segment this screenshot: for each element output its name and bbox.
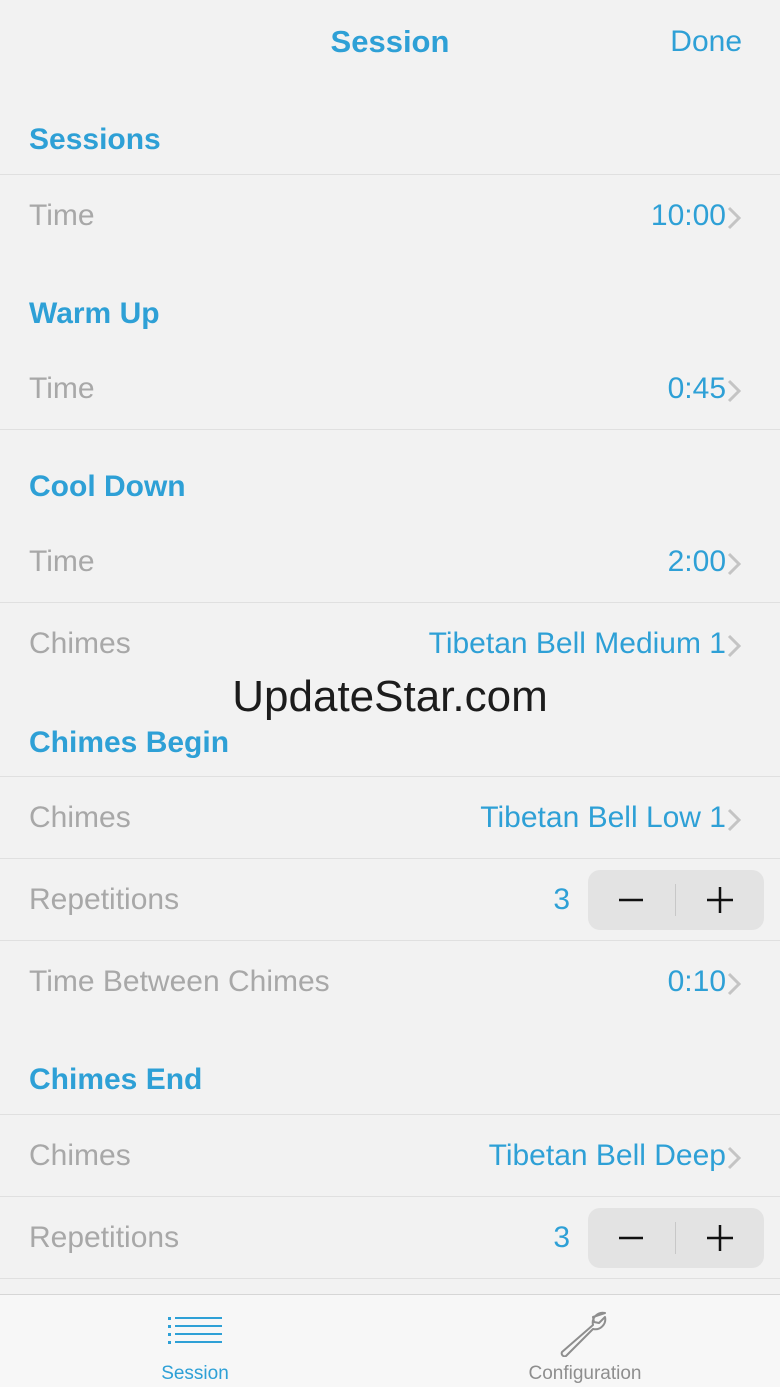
repetitions-value: 3 <box>553 1221 570 1254</box>
chevron-right-icon <box>727 1146 742 1170</box>
row-value: 0:45 <box>667 372 726 405</box>
watermark: UpdateStar.com <box>232 672 548 721</box>
tab-configuration[interactable]: Configuration <box>390 1295 780 1387</box>
increment-button[interactable] <box>676 1208 764 1268</box>
decrement-button[interactable] <box>588 1208 676 1268</box>
navigation-bar: Session Done <box>0 0 780 86</box>
row-label: Repetitions <box>29 1221 180 1254</box>
repetitions-stepper[interactable] <box>588 1208 764 1268</box>
row-value: 0:10 <box>667 965 726 998</box>
time-between-chimes-row[interactable]: Time Between Chimes 0:10 <box>0 941 780 1023</box>
wrench-icon <box>560 1311 607 1357</box>
decrement-button[interactable] <box>588 870 676 930</box>
chevron-right-icon <box>727 972 742 996</box>
row-value: 2:00 <box>667 545 726 578</box>
row-label: Chimes <box>29 627 131 660</box>
chevron-right-icon <box>727 379 742 403</box>
plus-icon <box>707 887 733 913</box>
tab-label: Configuration <box>528 1363 642 1384</box>
increment-button[interactable] <box>676 870 764 930</box>
list-icon <box>168 1317 222 1344</box>
tab-session[interactable]: Session <box>0 1295 390 1387</box>
page-title: Session <box>330 24 450 59</box>
chevron-right-icon <box>727 634 742 658</box>
chimes-begin-chimes-row[interactable]: Chimes Tibetan Bell Low 1 <box>0 777 780 859</box>
separator <box>0 1278 780 1279</box>
chimes-begin-repetitions-row: Repetitions 3 <box>0 859 780 941</box>
row-value: 10:00 <box>650 199 726 232</box>
row-label: Time <box>29 372 95 405</box>
separator <box>0 429 780 430</box>
section-header-sessions: Sessions <box>29 123 161 156</box>
warm-up-time-row[interactable]: Time 0:45 <box>0 348 780 430</box>
repetitions-value: 3 <box>553 883 570 916</box>
minus-icon <box>619 898 643 902</box>
row-value: Tibetan Bell Low 1 <box>480 801 726 834</box>
row-label: Chimes <box>29 801 131 834</box>
tab-label: Session <box>161 1363 229 1384</box>
chimes-end-chimes-row[interactable]: Chimes Tibetan Bell Deep <box>0 1115 780 1197</box>
chevron-right-icon <box>727 206 742 230</box>
chevron-right-icon <box>727 808 742 832</box>
section-header-warm-up: Warm Up <box>29 297 160 330</box>
done-button[interactable]: Done <box>670 25 742 59</box>
row-label: Chimes <box>29 1139 131 1172</box>
chimes-end-repetitions-row: Repetitions 3 <box>0 1197 780 1279</box>
row-label: Time Between Chimes <box>29 965 330 998</box>
section-header-chimes-begin: Chimes Begin <box>29 726 230 759</box>
row-label: Time <box>29 545 95 578</box>
row-label: Time <box>29 199 95 232</box>
row-value: Tibetan Bell Deep <box>488 1139 726 1172</box>
row-label: Repetitions <box>29 883 180 916</box>
cool-down-time-row[interactable]: Time 2:00 <box>0 521 780 603</box>
section-header-chimes-end: Chimes End <box>29 1063 203 1096</box>
section-header-cool-down: Cool Down <box>29 470 186 503</box>
row-value: Tibetan Bell Medium 1 <box>428 627 726 660</box>
repetitions-stepper[interactable] <box>588 870 764 930</box>
plus-icon <box>707 1225 733 1251</box>
chevron-right-icon <box>727 552 742 576</box>
minus-icon <box>619 1236 643 1240</box>
tab-bar: Session Configuration <box>0 1294 780 1387</box>
sessions-time-row[interactable]: Time 10:00 <box>0 175 780 257</box>
